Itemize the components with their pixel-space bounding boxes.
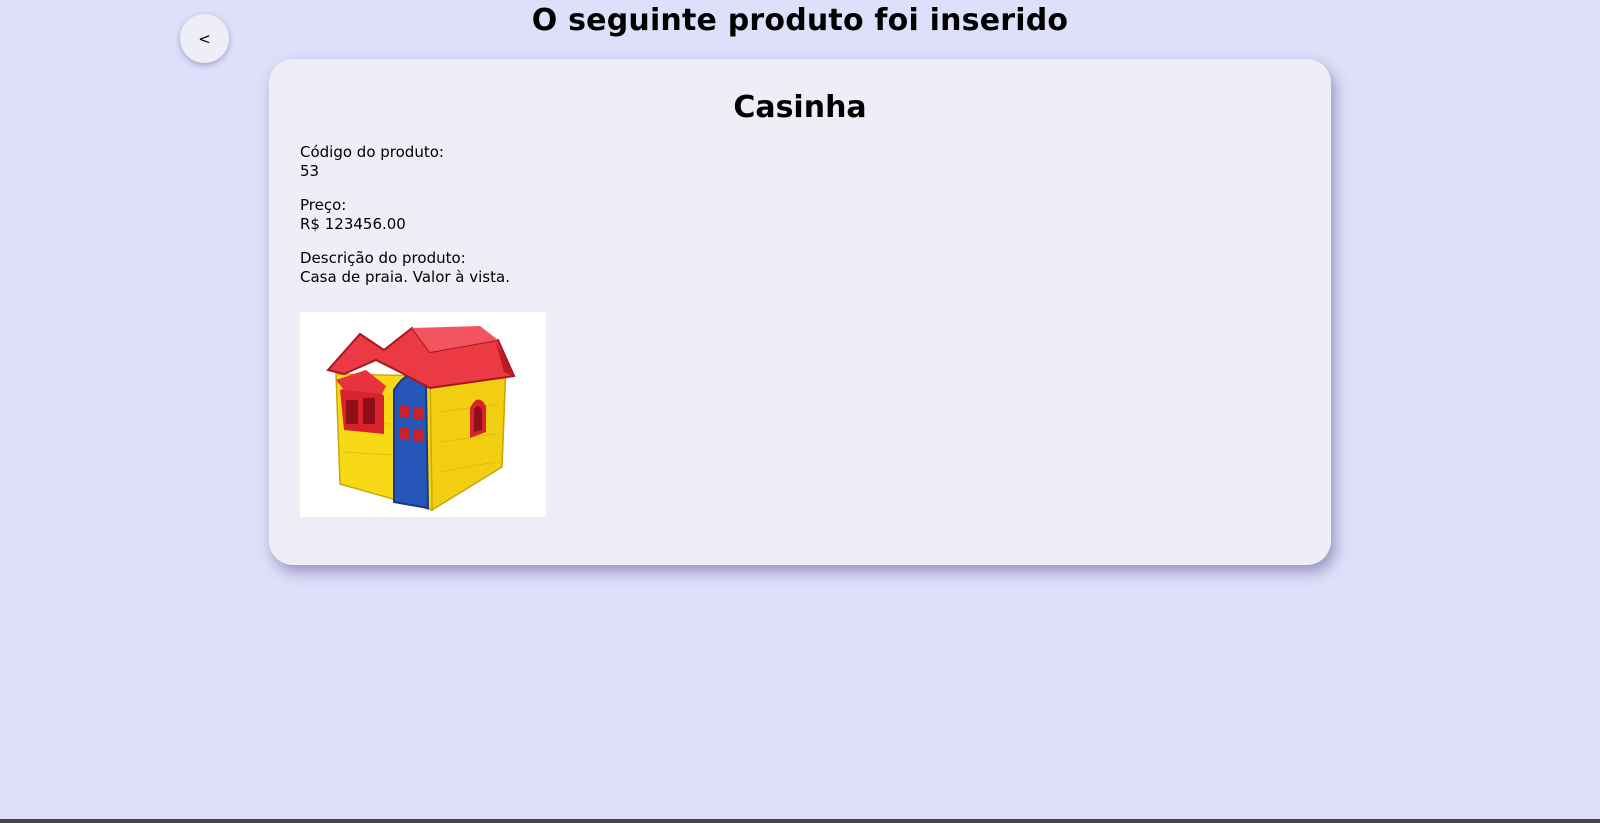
product-code-value: 53: [300, 162, 320, 180]
product-card: Casinha Código do produto: 53 Preço: R$ …: [269, 59, 1331, 565]
product-description-label: Descrição do produto:: [300, 249, 466, 267]
page: < O seguinte produto foi inserido Casinh…: [0, 0, 1600, 823]
product-price-value: R$ 123456.00: [300, 215, 406, 233]
product-price-field: Preço: R$ 123456.00: [300, 196, 1300, 234]
page-title: O seguinte produto foi inserido: [531, 3, 1069, 38]
product-price-label: Preço:: [300, 196, 347, 214]
product-description-value: Casa de praia. Valor à vista.: [300, 268, 510, 286]
bottom-bar: [0, 819, 1600, 823]
product-code-field: Código do produto: 53: [300, 143, 1300, 181]
product-name: Casinha: [733, 90, 867, 125]
product-description-field: Descrição do produto: Casa de praia. Val…: [300, 249, 1300, 287]
product-image: [300, 312, 546, 517]
product-code-label: Código do produto:: [300, 143, 444, 161]
